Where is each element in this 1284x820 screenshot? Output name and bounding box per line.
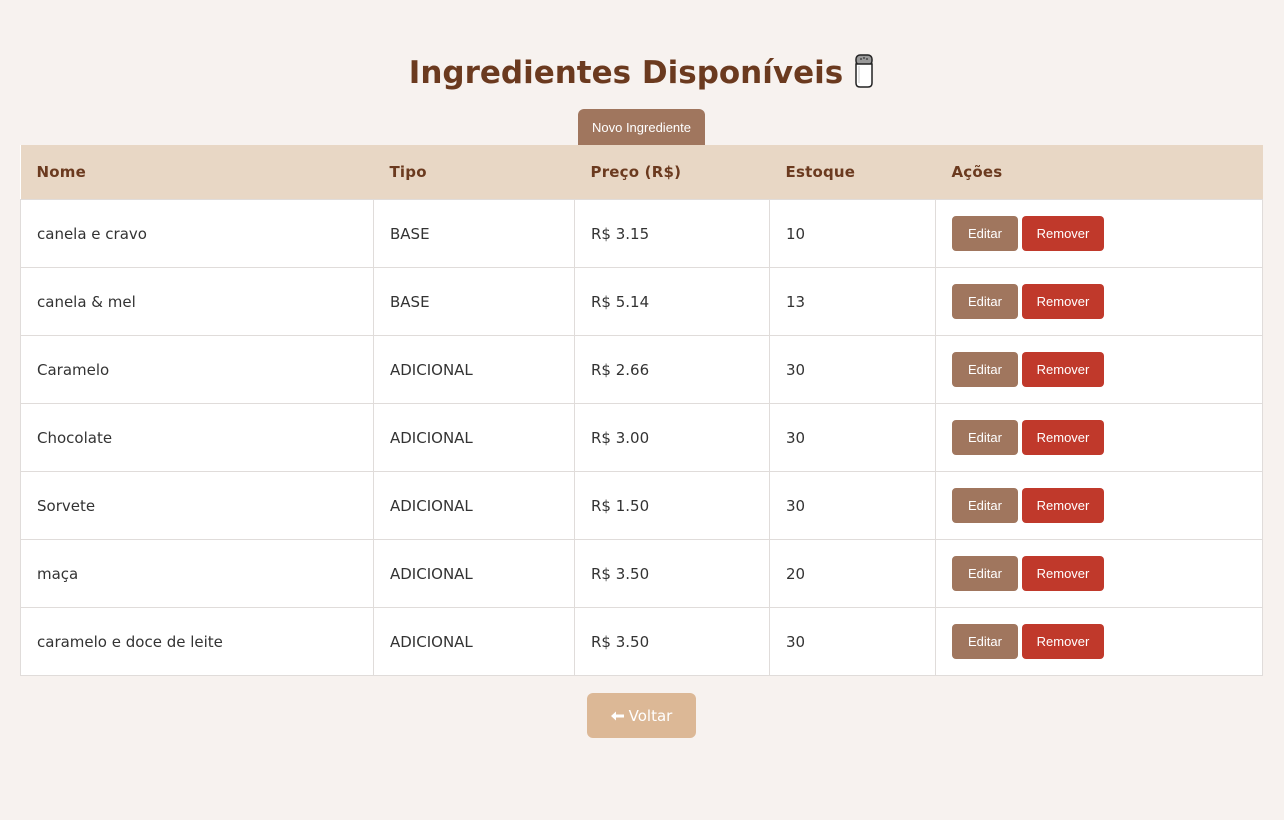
- table-header-row: Nome Tipo Preço (R$) Estoque Ações: [20, 145, 1263, 200]
- table-row: canela & mel BASE R$ 5.14 13 Editar Remov…: [20, 267, 1263, 336]
- edit-button[interactable]: Editar: [952, 216, 1018, 251]
- edit-button[interactable]: Editar: [952, 352, 1018, 387]
- cell-acoes: Editar Remover: [935, 539, 1263, 608]
- cell-tipo: ADICIONAL: [373, 471, 575, 540]
- cell-preco: R$ 3.15: [574, 199, 770, 268]
- cell-tipo: ADICIONAL: [373, 403, 575, 472]
- cell-tipo: BASE: [373, 199, 575, 268]
- column-header-preco: Preço (R$): [574, 145, 770, 200]
- salt-shaker-icon: [853, 54, 875, 101]
- cell-acoes: Editar Remover: [935, 403, 1263, 472]
- table-row: caramelo e doce de leite ADICIONAL R$ 3.…: [20, 607, 1263, 676]
- arrow-left-icon: [610, 707, 625, 725]
- cell-tipo: ADICIONAL: [373, 607, 575, 676]
- cell-preco: R$ 3.50: [574, 607, 770, 676]
- remove-button[interactable]: Remover: [1022, 624, 1104, 659]
- cell-nome: Sorvete: [20, 471, 374, 540]
- cell-nome: Caramelo: [20, 335, 374, 404]
- column-header-tipo: Tipo: [373, 145, 575, 200]
- edit-button[interactable]: Editar: [952, 556, 1018, 591]
- column-header-estoque: Estoque: [769, 145, 936, 200]
- remove-button[interactable]: Remover: [1022, 420, 1104, 455]
- cell-nome: Chocolate: [20, 403, 374, 472]
- cell-nome: canela & mel: [20, 267, 374, 336]
- back-button-label: Voltar: [628, 706, 673, 725]
- column-header-acoes: Ações: [935, 145, 1263, 200]
- cell-acoes: Editar Remover: [935, 335, 1263, 404]
- cell-estoque: 30: [769, 403, 936, 472]
- cell-estoque: 13: [769, 267, 936, 336]
- cell-tipo: ADICIONAL: [373, 539, 575, 608]
- table-row: canela e cravo BASE R$ 3.15 10 Editar Rem…: [20, 199, 1263, 268]
- cell-preco: R$ 5.14: [574, 267, 770, 336]
- cell-acoes: Editar Remover: [935, 607, 1263, 676]
- cell-estoque: 30: [769, 471, 936, 540]
- ingredients-table: Nome Tipo Preço (R$) Estoque Ações canel…: [20, 145, 1263, 676]
- cell-tipo: BASE: [373, 267, 575, 336]
- new-ingredient-button[interactable]: Novo Ingrediente: [578, 109, 705, 145]
- edit-button[interactable]: Editar: [952, 624, 1018, 659]
- column-header-nome: Nome: [20, 145, 374, 200]
- remove-button[interactable]: Remover: [1022, 216, 1104, 251]
- page-title-text: Ingredientes Disponíveis: [408, 55, 844, 91]
- back-button[interactable]: Voltar: [587, 693, 696, 738]
- cell-nome: canela e cravo: [20, 199, 374, 268]
- edit-button[interactable]: Editar: [952, 488, 1018, 523]
- table-row: Chocolate ADICIONAL R$ 3.00 30 Editar Rem…: [20, 403, 1263, 472]
- table-row: Caramelo ADICIONAL R$ 2.66 30 Editar Remo…: [20, 335, 1263, 404]
- cell-nome: caramelo e doce de leite: [20, 607, 374, 676]
- cell-preco: R$ 3.00: [574, 403, 770, 472]
- cell-acoes: Editar Remover: [935, 471, 1263, 540]
- table-row: Sorvete ADICIONAL R$ 1.50 30 Editar Remov…: [20, 471, 1263, 540]
- remove-button[interactable]: Remover: [1022, 284, 1104, 319]
- cell-estoque: 10: [769, 199, 936, 268]
- cell-estoque: 30: [769, 335, 936, 404]
- table-row: maça ADICIONAL R$ 3.50 20 Editar Remover: [20, 539, 1263, 608]
- edit-button[interactable]: Editar: [952, 420, 1018, 455]
- cell-preco: R$ 1.50: [574, 471, 770, 540]
- cell-acoes: Editar Remover: [935, 199, 1263, 268]
- cell-acoes: Editar Remover: [935, 267, 1263, 336]
- edit-button[interactable]: Editar: [952, 284, 1018, 319]
- remove-button[interactable]: Remover: [1022, 556, 1104, 591]
- remove-button[interactable]: Remover: [1022, 488, 1104, 523]
- cell-estoque: 30: [769, 607, 936, 676]
- cell-preco: R$ 3.50: [574, 539, 770, 608]
- cell-estoque: 20: [769, 539, 936, 608]
- cell-tipo: ADICIONAL: [373, 335, 575, 404]
- page-title: Ingredientes Disponíveis: [0, 50, 1284, 101]
- remove-button[interactable]: Remover: [1022, 352, 1104, 387]
- cell-nome: maça: [20, 539, 374, 608]
- cell-preco: R$ 2.66: [574, 335, 770, 404]
